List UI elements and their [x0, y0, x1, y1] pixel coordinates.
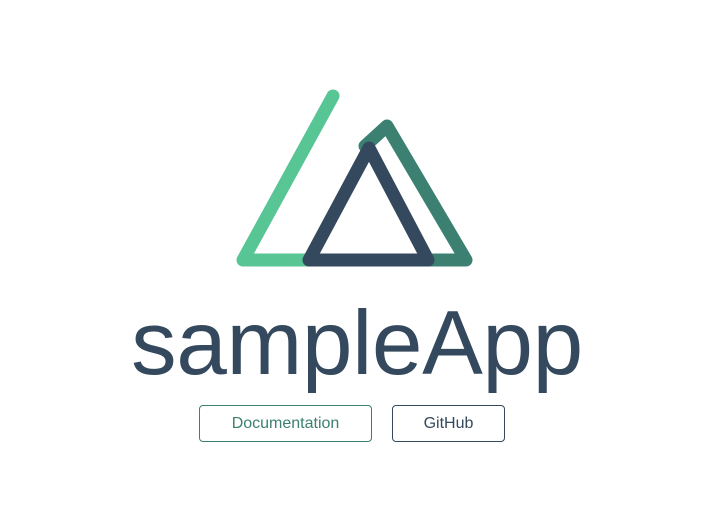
logo-light-green-triangle	[236, 89, 434, 267]
page-title: sampleApp	[131, 293, 583, 394]
links-group: Documentation GitHub	[0, 405, 714, 445]
github-button[interactable]: GitHub	[392, 405, 505, 442]
nuxt-logo-icon	[236, 89, 473, 267]
landing-page: sampleApp Documentation GitHub	[0, 0, 714, 516]
documentation-button[interactable]: Documentation	[199, 405, 372, 442]
